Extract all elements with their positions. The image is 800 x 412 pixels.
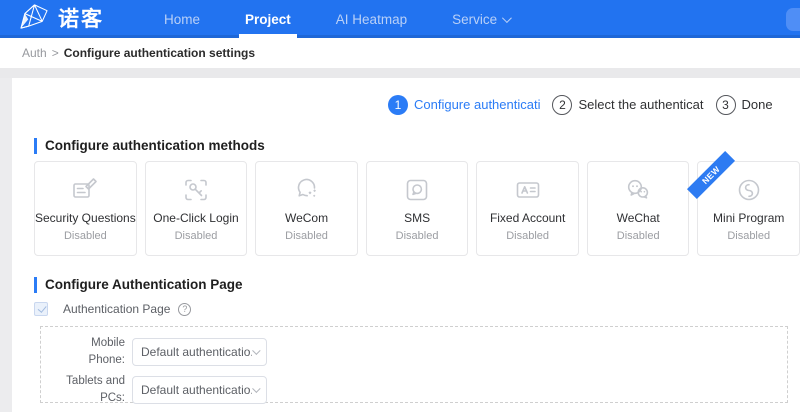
section-title-auth-page: Configure Authentication Page (34, 277, 800, 293)
method-status: Disabled (395, 230, 439, 242)
method-name: One-Click Login (153, 211, 239, 225)
stepper: 1 Configure authenticati 2 Select the au… (388, 94, 800, 115)
auth-page-checkbox-row: Authentication Page ? (34, 302, 800, 316)
breadcrumb-separator: > (51, 46, 59, 60)
method-status: Disabled (616, 230, 660, 242)
chevron-down-icon (502, 12, 512, 23)
chevron-down-icon (252, 346, 261, 355)
step-2-label: Select the authenticat (578, 97, 704, 112)
new-badge: NEW (687, 150, 736, 200)
method-card-sms[interactable]: SMS Disabled (365, 161, 469, 256)
step-2-number: 2 (552, 94, 573, 115)
step-3: 3 Done (715, 94, 773, 115)
method-status: Disabled (285, 230, 328, 242)
section-title-methods: Configure authentication methods (34, 138, 800, 154)
method-name: Fixed Account (489, 211, 566, 225)
page-title: Configure authentication settings (63, 46, 256, 60)
security-questions-icon (71, 175, 99, 205)
method-cards: Security Questions Disabled One-Click Lo… (34, 150, 800, 256)
select-value: Default authenticatio... (141, 345, 253, 360)
breadcrumb: Auth > Configure authentication settings (0, 38, 800, 68)
nav-item-project[interactable]: Project (239, 0, 297, 38)
tablets-pcs-select[interactable]: Default authenticatio... (132, 375, 267, 404)
tablets-pcs-label: Tablets and PCs: (66, 374, 125, 404)
method-name: WeChat (616, 211, 660, 225)
logo-icon (18, 2, 51, 36)
method-name: Mini Program (713, 211, 785, 225)
one-click-login-icon (182, 175, 210, 205)
divider-band (0, 68, 800, 78)
nav-item-ai-heatmap[interactable]: AI Heatmap (332, 0, 411, 38)
method-card-wechat[interactable]: WeChat Disabled (586, 161, 690, 256)
step-1-number: 1 (388, 94, 408, 115)
step-1: 1 Configure authenticati (388, 94, 541, 115)
method-status: Disabled (174, 230, 218, 242)
top-navbar: 诺客 Home Project AI Heatmap Service (0, 0, 800, 38)
nav-item-label: Project (245, 11, 291, 27)
main-panel: 1 Configure authenticati 2 Select the au… (12, 78, 800, 412)
select-value: Default authenticatio... (141, 382, 253, 397)
scrollbar-thumb[interactable] (786, 8, 800, 31)
mobile-phone-select[interactable]: Default authenticatio... (132, 338, 267, 367)
method-card-wecom[interactable]: WeCom Disabled (255, 161, 358, 256)
method-card-fixed-account[interactable]: Fixed Account Disabled (476, 161, 579, 256)
auth-page-checkbox-label: Authentication Page (63, 302, 171, 316)
sms-icon (403, 175, 431, 205)
step-2: 2 Select the authenticat (552, 94, 704, 115)
brand[interactable]: 诺客 (18, 2, 136, 36)
step-3-label: Done (741, 97, 773, 112)
step-1-label: Configure authenticati (414, 97, 541, 112)
brand-name: 诺客 (58, 7, 104, 31)
help-icon[interactable]: ? (178, 302, 192, 316)
auth-page-checkbox[interactable] (34, 302, 48, 316)
nav-items: Home Project AI Heatmap Service (160, 0, 550, 38)
method-status: Disabled (727, 230, 771, 242)
wecom-icon (293, 175, 321, 205)
method-card-mini-program[interactable]: NEW Mini Program Disabled (687, 150, 800, 256)
nav-item-label: Home (164, 11, 201, 27)
method-status: Disabled (63, 230, 107, 242)
wechat-icon (624, 175, 652, 205)
method-name: SMS (404, 211, 431, 225)
method-card-security-questions[interactable]: Security Questions Disabled (34, 161, 137, 256)
form-row-mobile-phone: Mobile Phone: Default authenticatio... (53, 335, 787, 370)
method-status: Disabled (506, 230, 550, 242)
form-row-tablets-pcs: Tablets and PCs: Default authenticatio..… (53, 373, 787, 408)
auth-page-settings-box: Mobile Phone: Default authenticatio... T… (40, 326, 788, 404)
nav-item-label: Service (452, 11, 498, 27)
chevron-down-icon (252, 384, 261, 393)
method-name: Security Questions (35, 211, 136, 225)
mini-program-icon (735, 175, 763, 205)
method-card-one-click-login[interactable]: One-Click Login Disabled (144, 161, 248, 256)
step-3-number: 3 (715, 94, 736, 115)
mobile-phone-label: Mobile Phone: (88, 337, 125, 367)
fixed-account-icon (514, 175, 542, 205)
nav-item-service[interactable]: Service (448, 0, 513, 38)
nav-item-label: AI Heatmap (335, 11, 408, 27)
nav-item-home[interactable]: Home (160, 0, 204, 38)
method-name: WeCom (284, 211, 329, 225)
breadcrumb-parent[interactable]: Auth (22, 46, 47, 60)
